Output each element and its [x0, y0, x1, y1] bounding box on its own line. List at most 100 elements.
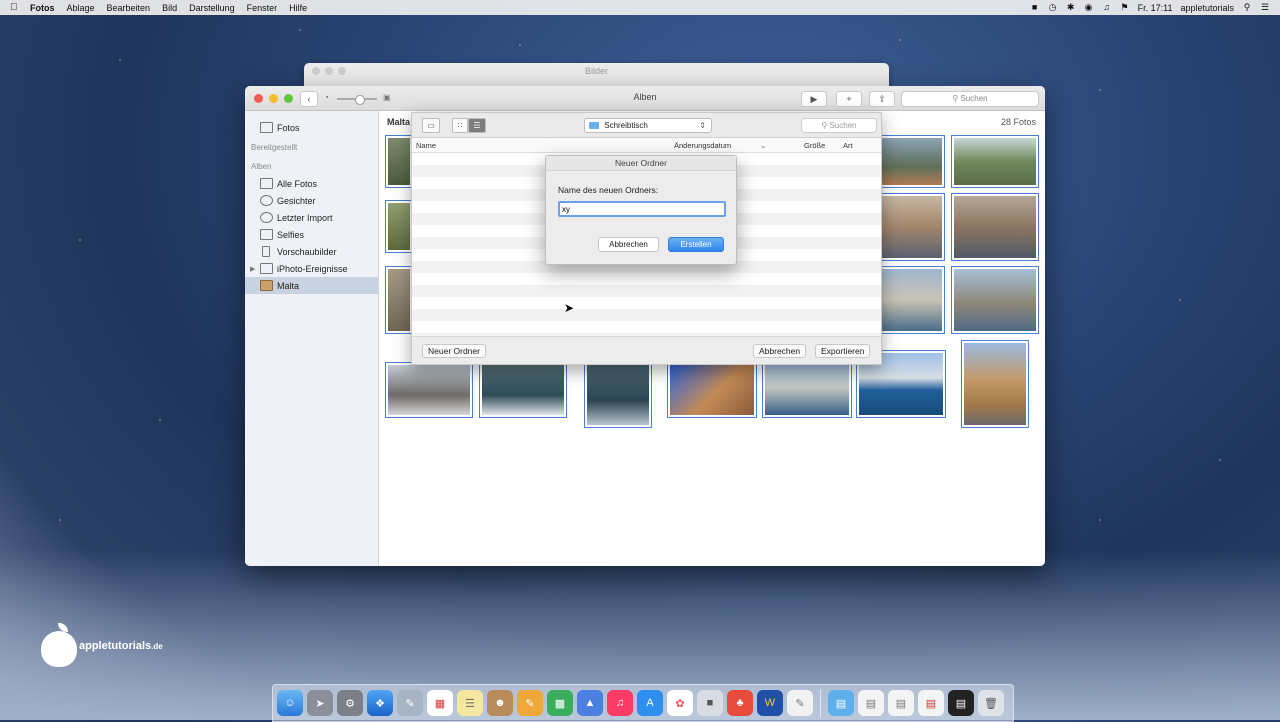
photo-thumbnail[interactable]	[879, 135, 945, 188]
image-capture-icon[interactable]: ■	[697, 690, 723, 716]
app-store-icon[interactable]: A	[637, 690, 663, 716]
location-popup[interactable]: Schreibtisch ⇕	[584, 118, 712, 133]
pdf-stack-icon[interactable]: ▤	[918, 690, 944, 716]
menu-darstellung[interactable]: Darstellung	[183, 3, 241, 13]
pages-icon[interactable]: ✎	[517, 690, 543, 716]
menu-app-name[interactable]: Fotos	[24, 3, 61, 13]
sidebar-item-label: iPhoto-Ereignisse	[277, 263, 348, 274]
menu-fenster[interactable]: Fenster	[241, 3, 284, 13]
photo-thumbnail[interactable]	[762, 362, 852, 418]
sheet-search-field[interactable]: ⚲ Suchen	[801, 118, 877, 133]
column-date[interactable]: Änderungsdatum	[674, 141, 731, 150]
photo-thumbnail[interactable]	[385, 135, 413, 188]
keynote-icon[interactable]: ▲	[577, 690, 603, 716]
menu-bild[interactable]: Bild	[156, 3, 183, 13]
popup-arrows-icon: ⇕	[699, 121, 706, 130]
menu-clock[interactable]: Fr. 17:11	[1138, 3, 1173, 13]
photos-library-icon	[260, 122, 273, 133]
sort-chevron-icon: ⌄	[760, 141, 767, 150]
menu-hilfe[interactable]: Hilfe	[283, 3, 313, 13]
minimize-window-button[interactable]	[269, 94, 278, 103]
add-button[interactable]: +	[836, 91, 862, 107]
sidebar-item-alle-fotos[interactable]: Alle Fotos	[245, 175, 378, 192]
disclosure-triangle-icon[interactable]: ▶	[250, 265, 255, 273]
contacts-icon[interactable]: ☻	[487, 690, 513, 716]
wifi-icon[interactable]: ◉	[1084, 3, 1094, 12]
photo-thumbnail[interactable]	[479, 362, 567, 418]
sidebar-toggle-button[interactable]: ▭	[422, 118, 440, 133]
photo-thumbnail[interactable]	[951, 266, 1039, 334]
photo-thumbnail[interactable]	[385, 200, 413, 253]
launchpad-icon[interactable]: ➤	[307, 690, 333, 716]
close-window-button[interactable]	[254, 94, 263, 103]
photo-thumbnail[interactable]	[879, 193, 945, 261]
sidebar-item-letzter-import[interactable]: Letzter Import	[245, 209, 378, 226]
time-machine-icon[interactable]: ◷	[1048, 3, 1058, 12]
preview-icon[interactable]: ✎	[397, 690, 423, 716]
terminal-stack-icon[interactable]: ▤	[948, 690, 974, 716]
notes-icon[interactable]: ☰	[457, 690, 483, 716]
export-button[interactable]: Exportieren	[815, 344, 871, 358]
notification-center-icon[interactable]: ☰	[1260, 3, 1270, 12]
sidebar-item-fotos[interactable]: Fotos	[245, 119, 378, 136]
share-button[interactable]: ⇧	[869, 91, 895, 107]
sidebar-item-malta[interactable]: Malta	[245, 277, 378, 294]
sidebar-item-vorschaubilder[interactable]: Vorschaubilder	[245, 243, 378, 260]
numbers-icon[interactable]: ▩	[547, 690, 573, 716]
itunes-icon[interactable]: ♫	[607, 690, 633, 716]
finder-icon[interactable]: ☺	[277, 690, 303, 716]
sidebar: Fotos Bereitgestellt Alben Alle Fotos Ge…	[245, 111, 379, 566]
zoom-slider[interactable]	[337, 95, 377, 105]
column-name[interactable]: Name	[416, 141, 436, 150]
column-size[interactable]: Größe	[804, 141, 825, 150]
create-button[interactable]: Erstellen	[668, 237, 724, 252]
w-app-icon[interactable]: W	[757, 690, 783, 716]
dialog-cancel-button[interactable]: Abbrechen	[598, 237, 659, 252]
document-stack-icon[interactable]: ▤	[858, 690, 884, 716]
bluetooth-icon[interactable]: ✱	[1066, 3, 1076, 12]
photo-thumbnail[interactable]	[961, 340, 1029, 428]
folder-name-input[interactable]	[558, 201, 726, 217]
slideshow-play-button[interactable]: ▶	[801, 91, 827, 107]
list-view-button[interactable]: ☰	[468, 118, 486, 133]
sheet-cancel-button[interactable]: Abbrechen	[753, 344, 807, 358]
column-kind[interactable]: Art	[843, 141, 853, 150]
dock-separator	[820, 689, 821, 717]
clover-app-icon[interactable]: ♣	[727, 690, 753, 716]
calendar-icon[interactable]: ▦	[427, 690, 453, 716]
dock: ☺ ➤ ⚙ ❖ ✎ ▦ ☰ ☻ ✎ ▩ ▲ ♫ A ✿ ■ ♣ W ✎ ▤ ▤ …	[272, 684, 1014, 722]
photo-thumbnail[interactable]	[879, 266, 945, 334]
photos-app-icon[interactable]: ✿	[667, 690, 693, 716]
system-preferences-icon[interactable]: ⚙	[337, 690, 363, 716]
zoom-window-button[interactable]	[284, 94, 293, 103]
trash-icon[interactable]: 🗑	[978, 690, 1004, 716]
textedit-icon[interactable]: ✎	[787, 690, 813, 716]
back-button[interactable]: ‹	[300, 91, 318, 107]
sidebar-item-gesichter[interactable]: Gesichter	[245, 192, 378, 209]
album-title: Malta	[387, 117, 411, 127]
apple-menu-icon[interactable]: 	[10, 2, 24, 13]
photo-thumbnail[interactable]	[951, 135, 1039, 188]
new-folder-button[interactable]: Neuer Ordner	[422, 344, 486, 358]
photo-thumbnail[interactable]	[667, 362, 757, 418]
photo-thumbnail[interactable]	[584, 362, 652, 428]
photo-thumbnail[interactable]	[951, 193, 1039, 261]
spotlight-icon[interactable]: ⚲	[1242, 3, 1252, 12]
menu-bearbeiten[interactable]: Bearbeiten	[101, 3, 157, 13]
photo-thumbnail[interactable]	[385, 266, 413, 334]
safari-icon[interactable]: ❖	[367, 690, 393, 716]
menu-user[interactable]: appletutorials	[1180, 3, 1234, 13]
menu-ablage[interactable]: Ablage	[61, 3, 101, 13]
lock-icon[interactable]: ■	[1030, 3, 1040, 12]
sidebar-item-selfies[interactable]: Selfies	[245, 226, 378, 243]
sidebar-item-label: Letzter Import	[277, 212, 333, 223]
sidebar-item-iphoto-ereignisse[interactable]: ▶ iPhoto-Ereignisse	[245, 260, 378, 277]
screenshot-stack-icon[interactable]: ▤	[888, 690, 914, 716]
toolbar-search-field[interactable]: ⚲ Suchen	[901, 91, 1039, 107]
applications-folder-icon[interactable]: ▤	[828, 690, 854, 716]
zoom-slider-knob[interactable]	[355, 95, 365, 105]
flag-icon[interactable]: ⚑	[1120, 3, 1130, 12]
icon-view-button[interactable]: ∷	[452, 118, 468, 133]
photo-thumbnail[interactable]	[385, 362, 473, 418]
volume-icon[interactable]: ♫	[1102, 3, 1112, 12]
